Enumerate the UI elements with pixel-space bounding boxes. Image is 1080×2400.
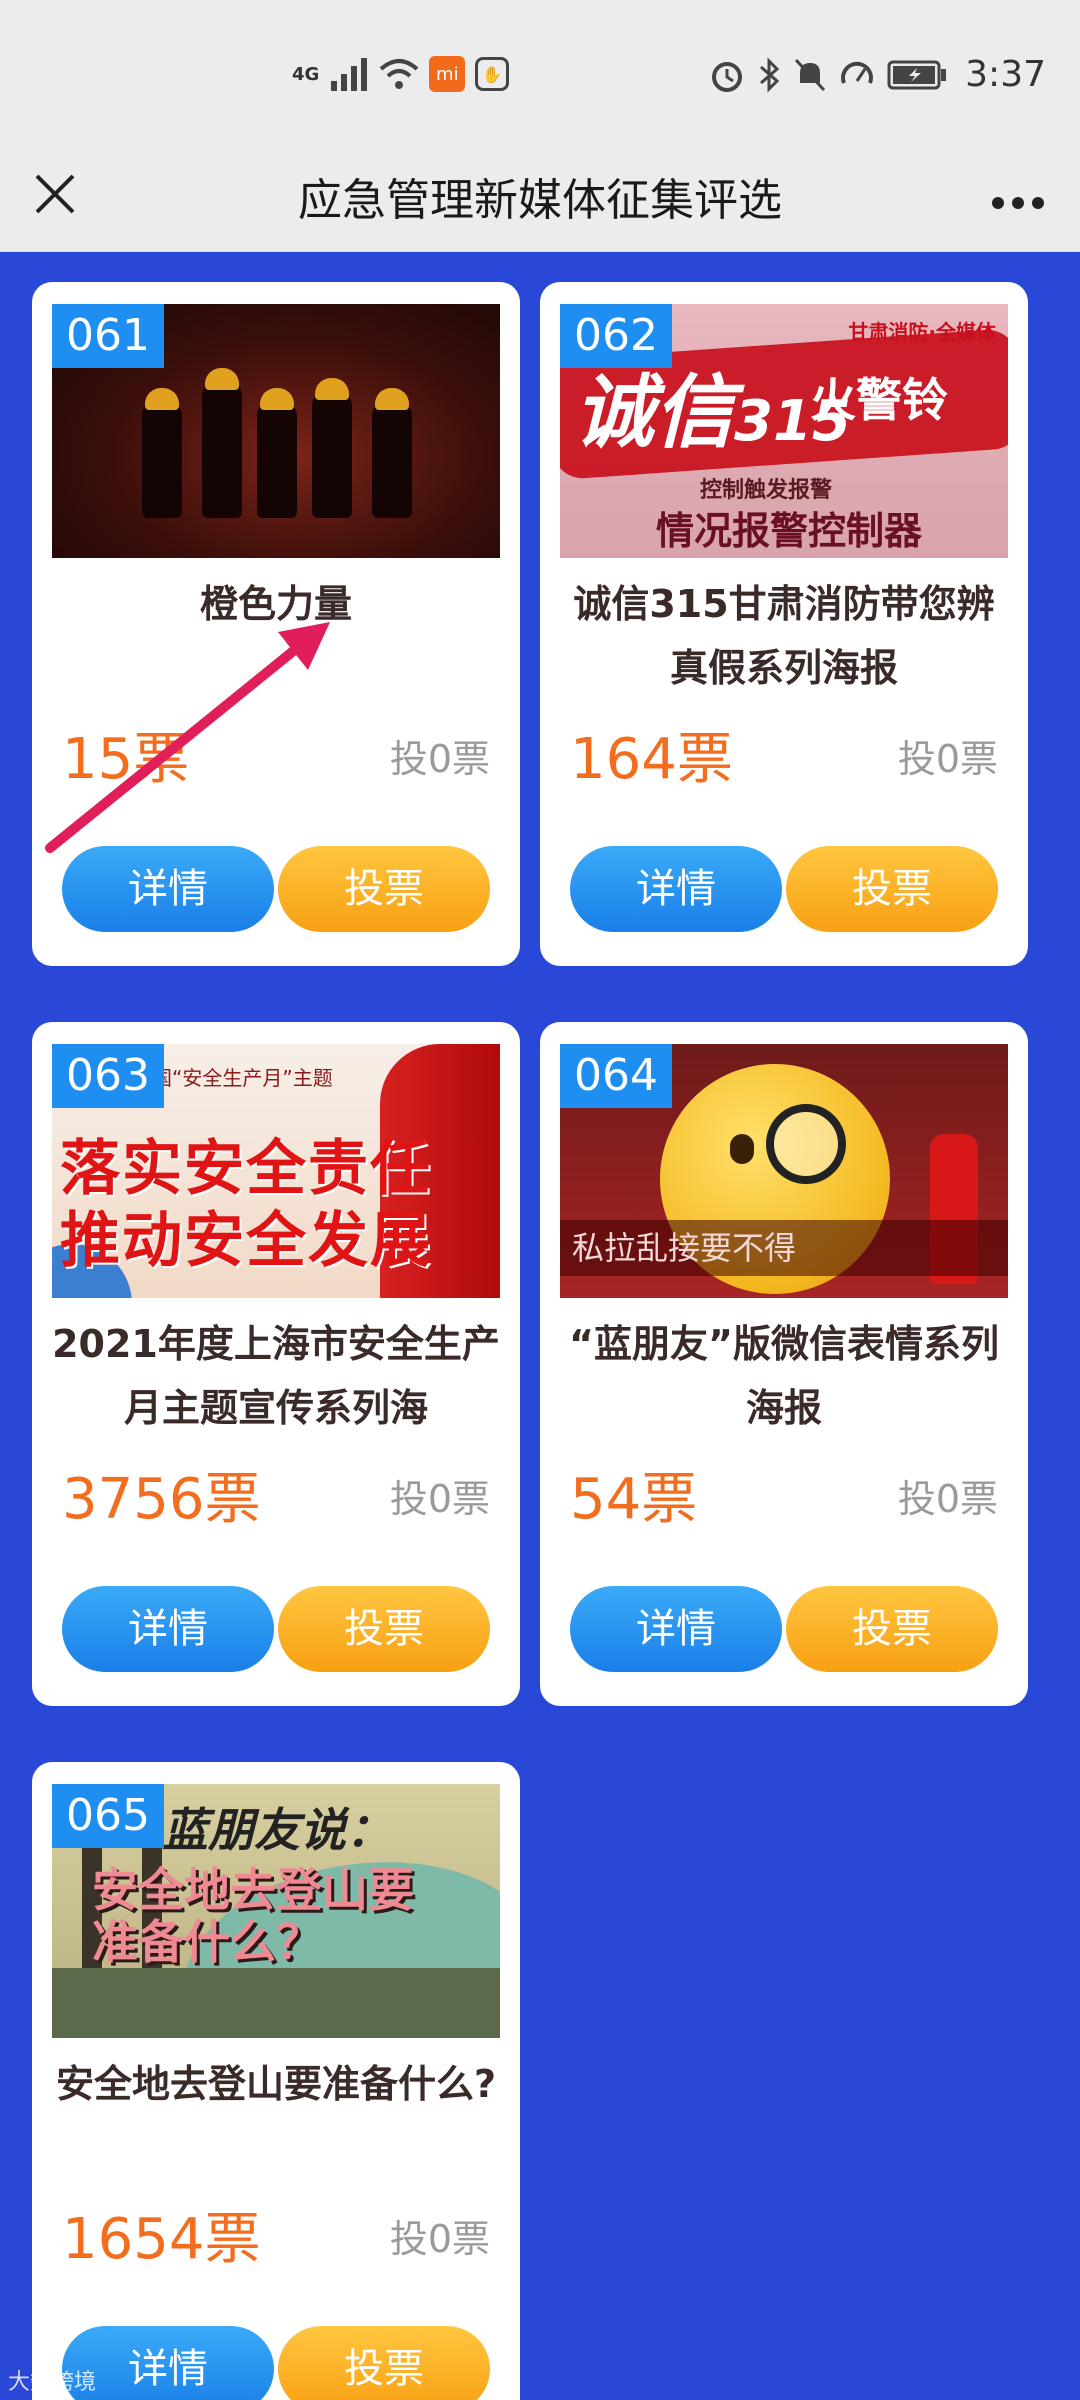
poster-text: 推动安全发展 [60,1206,432,1276]
detail-button[interactable]: 详情 [570,846,782,932]
annotation-arrow-icon [45,622,330,853]
my-vote-count: 投0票 [389,1477,490,1521]
mute-bell-icon [795,58,826,91]
nav-bar: 应急管理新媒体征集评选 [0,150,1080,252]
my-vote-count: 投0票 [897,1477,998,1521]
my-vote-count: 投0票 [389,737,490,781]
entry-number: 065 [52,1784,164,1848]
entry-title: 2021年度上海市安全生产月主题宣传系列海 [52,1322,500,1430]
poster-text: 火警铃 [810,373,948,427]
entry-number: 062 [560,304,672,368]
entry-card[interactable]: 064 私拉乱接要不得 “蓝朋友”版微信表情系列海报 54票 投0票 详情 投票 [540,1022,1028,1706]
entry-card[interactable]: 065 蓝朋友说： 安全地去登山要准备什么？ 安全地去登山要准备什么? 1654… [32,1762,520,2400]
entry-thumbnail[interactable]: 065 蓝朋友说： 安全地去登山要准备什么？ [52,1784,500,2038]
vote-button[interactable]: 投票 [278,2326,490,2400]
vote-count: 54票 [570,1467,698,1532]
vote-count: 1654票 [62,2207,261,2272]
entry-thumbnail[interactable]: 061 [52,304,500,558]
network-label: 4G [292,63,320,85]
more-options-button[interactable] [988,180,1048,220]
entry-title: “蓝朋友”版微信表情系列海报 [569,1322,999,1430]
entry-title: 诚信315甘肃消防带您辨真假系列海报 [573,582,995,690]
poster-text: 蓝朋友说： [162,1803,392,1857]
more-dots-icon [992,197,1044,209]
entry-card[interactable]: 063 全国“安全生产月”主题 落实安全责任 推动安全发展 2021年度上海市安… [32,1022,520,1706]
entry-number: 061 [52,304,164,368]
poster-logo: 甘肃消防·全媒体 [848,320,996,344]
poster-text: 情况报警控制器 [656,509,923,553]
bluetooth-icon [760,56,780,93]
my-vote-count: 投0票 [897,737,998,781]
clock: 3:37 [965,54,1046,95]
detail-button[interactable]: 详情 [62,1586,274,1672]
entry-title: 安全地去登山要准备什么? [55,2062,497,2106]
vote-button[interactable]: 投票 [278,1586,490,1672]
signal-icon [331,58,368,91]
vote-count: 3756票 [62,1467,261,1532]
entry-card[interactable]: 062 诚信315 火警铃 甘肃消防·全媒体 控制触发报警 情况报警控制器 诚信… [540,282,1028,966]
entry-number: 063 [52,1044,164,1108]
detail-button[interactable]: 详情 [570,1586,782,1672]
entry-number: 064 [560,1044,672,1108]
status-right: 3:37 [709,54,1046,95]
vote-count: 164票 [570,727,733,792]
mi-app-icon: mi [429,56,466,92]
watermark: 大数跨境 [8,2370,97,2395]
vote-button[interactable]: 投票 [786,846,998,932]
battery-icon [887,60,947,89]
alarm-icon [712,61,743,92]
status-left: 4G mi ✋ [292,56,510,92]
poster-text: 安全地去登山要准备什么？ [92,1863,414,1969]
entry-thumbnail[interactable]: 064 私拉乱接要不得 [560,1044,1008,1298]
hand-icon: ✋ [475,57,510,91]
poster-text: 私拉乱接要不得 [560,1220,1008,1276]
wifi-icon [379,59,419,89]
entry-thumbnail[interactable]: 062 诚信315 火警铃 甘肃消防·全媒体 控制触发报警 情况报警控制器 [560,304,1008,558]
page-title: 应急管理新媒体征集评选 [298,175,782,226]
vote-button[interactable]: 投票 [786,1586,998,1672]
my-vote-count: 投0票 [389,2217,490,2261]
entry-thumbnail[interactable]: 063 全国“安全生产月”主题 落实安全责任 推动安全发展 [52,1044,500,1298]
status-bar: 4G mi ✋ 3:37 [0,0,1080,150]
speed-icon [841,61,874,84]
